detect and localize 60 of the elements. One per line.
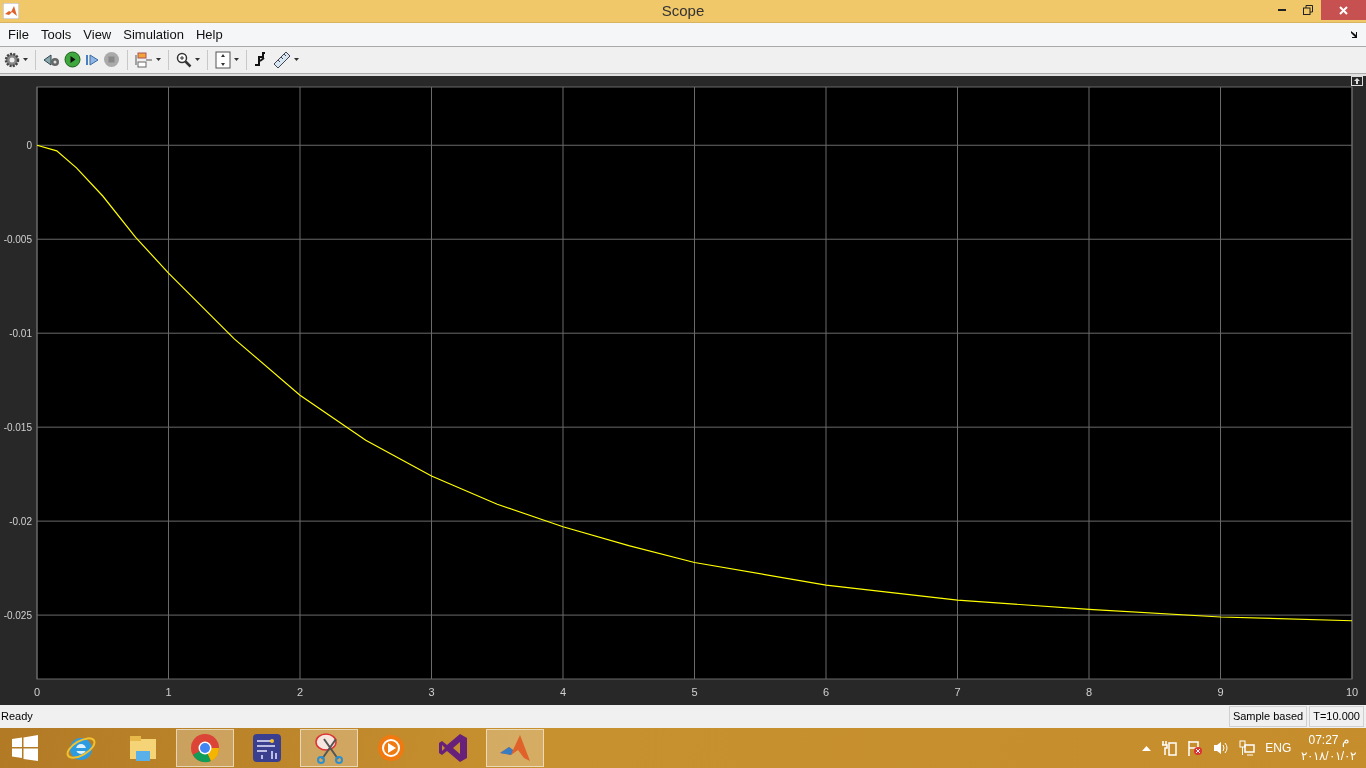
- x-tick-label: 7: [954, 685, 961, 698]
- taskbar-app-button[interactable]: [300, 729, 358, 767]
- caret-icon: [156, 58, 161, 62]
- network-icon[interactable]: [1239, 740, 1256, 756]
- signal-blocks-icon[interactable]: [135, 51, 153, 68]
- settings-icon[interactable]: [4, 51, 20, 68]
- x-tick-label: 5: [691, 685, 698, 698]
- window-title: Scope: [661, 0, 705, 21]
- menu-item[interactable]: View: [77, 24, 118, 45]
- y-tick-label: -0.005: [3, 233, 32, 245]
- windows-logo-icon: [12, 735, 38, 761]
- chrome-icon: [188, 731, 222, 765]
- caret-icon: [23, 58, 28, 62]
- x-tick-label: 9: [1217, 685, 1224, 698]
- taskbar-app-button[interactable]: [176, 729, 234, 767]
- caret-icon: [234, 58, 239, 62]
- x-tick-label: 2: [296, 685, 304, 698]
- scissors-icon: [312, 731, 346, 765]
- run-icon[interactable]: [64, 51, 81, 69]
- clock-date: ٢٠١٨/٠١/٠٢: [1301, 748, 1356, 764]
- simulation-time-label: T=10.000: [1309, 706, 1364, 727]
- step-back-icon[interactable]: [43, 51, 61, 68]
- stop-icon[interactable]: [103, 51, 120, 69]
- restore-icon: [1303, 5, 1313, 15]
- x-tick-label: 4: [559, 685, 567, 698]
- x-tick-label: 3: [428, 685, 435, 698]
- y-tick-label: -0.01: [9, 327, 32, 339]
- menu-item[interactable]: File: [2, 24, 35, 45]
- menu-item[interactable]: Simulation: [117, 24, 190, 45]
- x-tick-label: 10: [1345, 685, 1359, 698]
- speaker-icon[interactable]: [1213, 740, 1230, 756]
- clock-time: 07:27 م: [1308, 732, 1349, 748]
- x-tick-label: 0: [33, 685, 41, 698]
- ruler-icon[interactable]: [273, 50, 291, 69]
- status-text: Ready: [1, 709, 33, 724]
- y-tick-label: 0: [26, 139, 32, 151]
- power-plug-icon[interactable]: [1161, 740, 1178, 756]
- x-tick-label: 8: [1085, 685, 1093, 698]
- y-tick-label: -0.025: [3, 609, 32, 621]
- zoom-in-icon[interactable]: [176, 51, 192, 68]
- menu-item[interactable]: Tools: [34, 24, 78, 45]
- infinity-logo-icon: [436, 731, 470, 765]
- autoscale-icon[interactable]: [215, 50, 231, 69]
- close-button[interactable]: [1321, 0, 1366, 20]
- expand-toolbar-icon[interactable]: [1351, 75, 1363, 86]
- show-hidden-icons-icon[interactable]: [1142, 745, 1152, 751]
- step-forward-icon[interactable]: [84, 51, 100, 68]
- y-tick-label: -0.02: [9, 515, 32, 527]
- menu-item[interactable]: Help: [189, 24, 229, 45]
- taskbar-app-button[interactable]: [486, 729, 544, 767]
- caret-icon: [195, 58, 200, 62]
- circuit-board-icon: [250, 731, 284, 765]
- sample-mode-label: Sample based: [1228, 706, 1308, 727]
- x-tick-label: 6: [822, 685, 830, 698]
- x-tick-label: 1: [165, 685, 172, 698]
- app-logo-icon: [3, 2, 19, 19]
- flag-error-icon[interactable]: [1187, 740, 1204, 756]
- close-icon: [1339, 5, 1348, 15]
- caret-icon: [294, 58, 299, 62]
- y-tick-label: -0.015: [3, 421, 32, 433]
